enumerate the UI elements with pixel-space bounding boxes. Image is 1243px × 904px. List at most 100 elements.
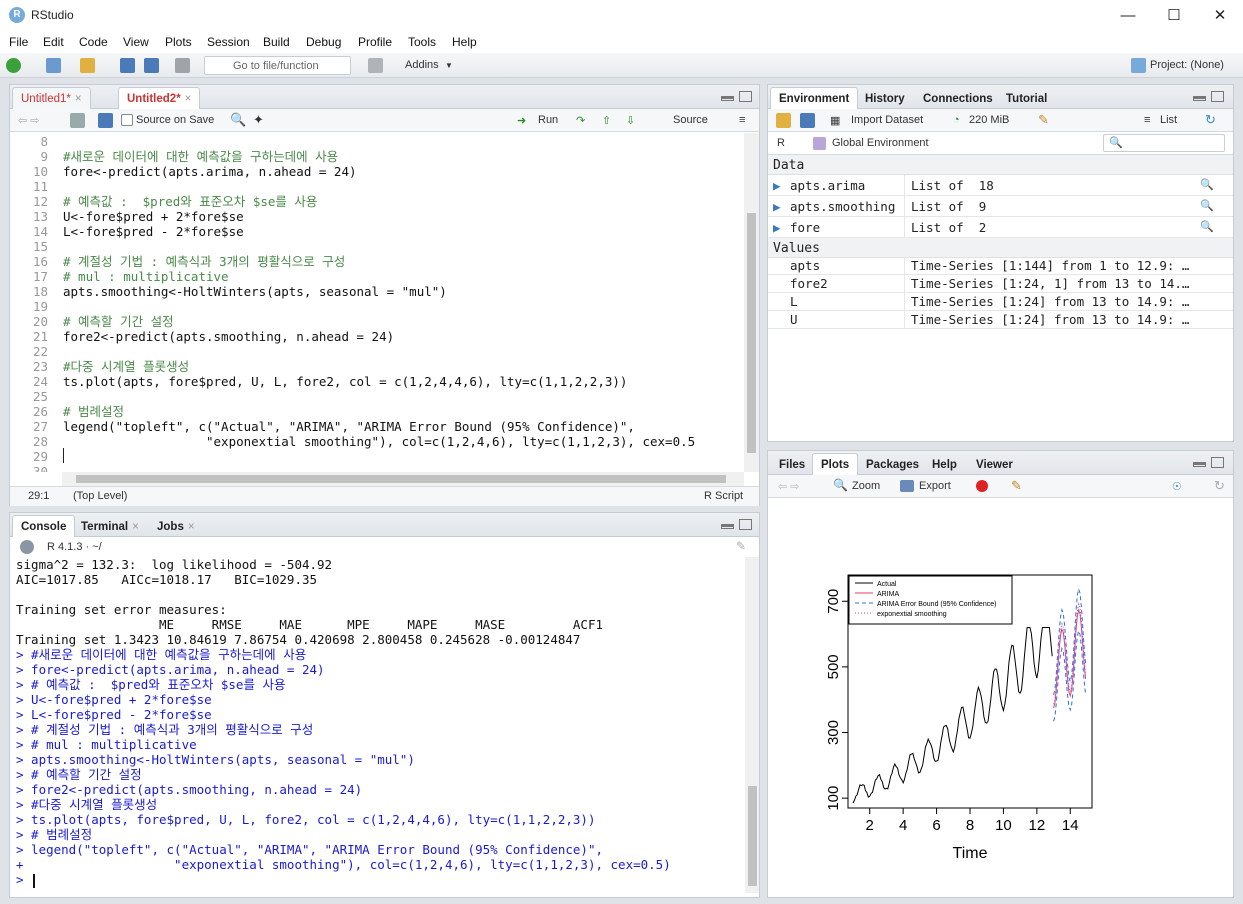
addins-menu[interactable]: Addins (405, 59, 439, 71)
source-on-save-checkbox[interactable] (121, 114, 133, 126)
environment-search-input[interactable]: 🔍 (1103, 134, 1225, 152)
maximize-button[interactable]: ☐ (1151, 0, 1197, 31)
tab-terminal[interactable]: Terminal × (72, 515, 148, 537)
menu-plots[interactable]: Plots (165, 35, 192, 49)
down-arrow-icon[interactable]: ⇩ (626, 114, 635, 127)
expand-icon[interactable]: ▶ (773, 178, 781, 193)
tab-environment[interactable]: Environment (770, 87, 859, 110)
tab-files[interactable]: Files (770, 453, 814, 475)
back-arrow-icon[interactable]: ⇦ ⇨ (18, 114, 40, 127)
new-file-icon[interactable] (6, 58, 21, 73)
tab-viewer[interactable]: Viewer (967, 453, 1022, 475)
language-selector[interactable]: R (777, 137, 785, 149)
project-menu[interactable]: Project: (None) (1150, 59, 1224, 71)
file-type-selector[interactable]: R Script (704, 490, 743, 502)
console-output[interactable]: sigma^2 = 132.3: log likelihood = -504.9… (10, 557, 745, 893)
export-button[interactable]: Export (919, 480, 951, 492)
env-value-row[interactable]: L Time-Series [1:24] from 13 to 14.9: … (768, 293, 1233, 311)
close-icon[interactable]: × (185, 93, 192, 105)
tab-jobs[interactable]: Jobs × (148, 515, 204, 537)
menu-file[interactable]: File (9, 35, 28, 49)
editor-hscroll[interactable] (62, 472, 744, 486)
back-arrow-icon[interactable]: ⇦ ⇨ (778, 480, 800, 493)
expand-icon[interactable]: ▶ (773, 220, 781, 235)
delete-plot-icon[interactable] (976, 480, 988, 492)
env-value-row[interactable]: apts Time-Series [1:144] from 1 to 12.9:… (768, 257, 1233, 275)
minimize-pane-icon[interactable] (1193, 462, 1206, 467)
tab-help[interactable]: Help (923, 453, 966, 475)
menu-profile[interactable]: Profile (358, 35, 392, 49)
view-mode-selector[interactable]: List (1160, 114, 1177, 126)
magic-wand-icon[interactable]: ✦ (253, 112, 264, 128)
tab-history[interactable]: History (856, 87, 914, 109)
minimize-pane-icon[interactable] (721, 96, 734, 101)
env-data-row[interactable]: ▶ apts.arima List of 18 🔍 (768, 175, 1233, 196)
close-button[interactable]: ✕ (1197, 0, 1243, 31)
new-project-icon[interactable] (46, 58, 61, 73)
scroll-thumb[interactable] (76, 475, 726, 483)
env-data-row[interactable]: ▶ apts.smoothing List of 9 🔍 (768, 196, 1233, 217)
search-icon[interactable]: 🔍 (230, 112, 246, 128)
publish-icon[interactable]: ☉ (1172, 480, 1182, 493)
outline-icon[interactable]: ≡ (739, 114, 745, 126)
broom-icon[interactable]: ✎ (1011, 478, 1022, 494)
save-all-icon[interactable] (144, 58, 159, 73)
code-area[interactable]: 8 9 #새로운 데이터에 대한 예측값을 구하는데에 사용 10 fore<-pred… (10, 133, 743, 472)
close-icon[interactable]: × (75, 93, 82, 105)
scope-selector[interactable]: (Top Level) (73, 490, 127, 502)
print-icon[interactable] (175, 58, 190, 73)
save-icon[interactable] (98, 113, 113, 128)
maximize-pane-icon[interactable] (739, 91, 752, 102)
tab-tutorial[interactable]: Tutorial (997, 87, 1056, 109)
menu-edit[interactable]: Edit (43, 35, 64, 49)
maximize-pane-icon[interactable] (739, 519, 752, 530)
search-icon[interactable]: 🔍 (1200, 178, 1214, 191)
expand-icon[interactable]: ▶ (773, 199, 781, 214)
env-value-row[interactable]: fore2 Time-Series [1:24, 1] from 13 to 1… (768, 275, 1233, 293)
close-icon[interactable]: × (188, 521, 195, 533)
tab-untitled2[interactable]: Untitled2* × (118, 87, 201, 110)
menu-session[interactable]: Session (207, 35, 250, 49)
memory-usage-button[interactable]: 220 MiB (969, 114, 1009, 126)
env-data-row[interactable]: ▶ fore List of 2 🔍 (768, 217, 1233, 238)
minimize-pane-icon[interactable] (721, 524, 734, 529)
menu-debug[interactable]: Debug (306, 35, 341, 49)
refresh-icon[interactable]: ↻ (1205, 112, 1216, 128)
save-icon[interactable] (800, 113, 815, 128)
tab-untitled1[interactable]: Untitled1* × (12, 87, 91, 109)
scroll-thumb[interactable] (748, 786, 757, 886)
menu-help[interactable]: Help (452, 35, 477, 49)
search-icon[interactable]: 🔍 (1200, 199, 1214, 212)
editor-vscroll[interactable] (744, 133, 759, 472)
broom-icon[interactable]: ✎ (1038, 112, 1049, 128)
minimize-pane-icon[interactable] (1193, 96, 1206, 101)
refresh-icon[interactable]: ↻ (1214, 478, 1225, 494)
save-icon[interactable] (120, 58, 135, 73)
menu-build[interactable]: Build (263, 35, 290, 49)
broom-icon[interactable]: ✎ (736, 539, 746, 553)
console-vscroll[interactable] (745, 557, 759, 893)
run-button[interactable]: Run (538, 114, 558, 126)
zoom-button[interactable]: Zoom (852, 480, 880, 492)
tab-plots[interactable]: Plots (812, 453, 859, 476)
up-arrow-icon[interactable]: ⇧ (602, 114, 611, 127)
menu-tools[interactable]: Tools (408, 35, 436, 49)
tab-connections[interactable]: Connections (914, 87, 1002, 109)
environment-scope-selector[interactable]: Global Environment (832, 137, 929, 149)
open-folder-icon[interactable] (776, 113, 791, 128)
open-folder-icon[interactable] (80, 58, 95, 73)
import-dataset-button[interactable]: Import Dataset (851, 114, 923, 126)
show-in-window-icon[interactable] (70, 113, 85, 128)
menu-code[interactable]: Code (79, 35, 108, 49)
minimize-button[interactable]: — (1105, 0, 1151, 31)
close-icon[interactable]: × (132, 521, 139, 533)
maximize-pane-icon[interactable] (1211, 457, 1224, 468)
scroll-thumb[interactable] (747, 213, 756, 453)
tab-packages[interactable]: Packages (857, 453, 928, 475)
search-icon[interactable]: 🔍 (1200, 220, 1214, 233)
source-button[interactable]: Source (673, 114, 708, 126)
tab-console[interactable]: Console (12, 515, 76, 538)
rerun-icon[interactable]: ↷ (576, 114, 585, 127)
menu-view[interactable]: View (123, 35, 149, 49)
env-value-row[interactable]: U Time-Series [1:24] from 13 to 14.9: … (768, 311, 1233, 329)
